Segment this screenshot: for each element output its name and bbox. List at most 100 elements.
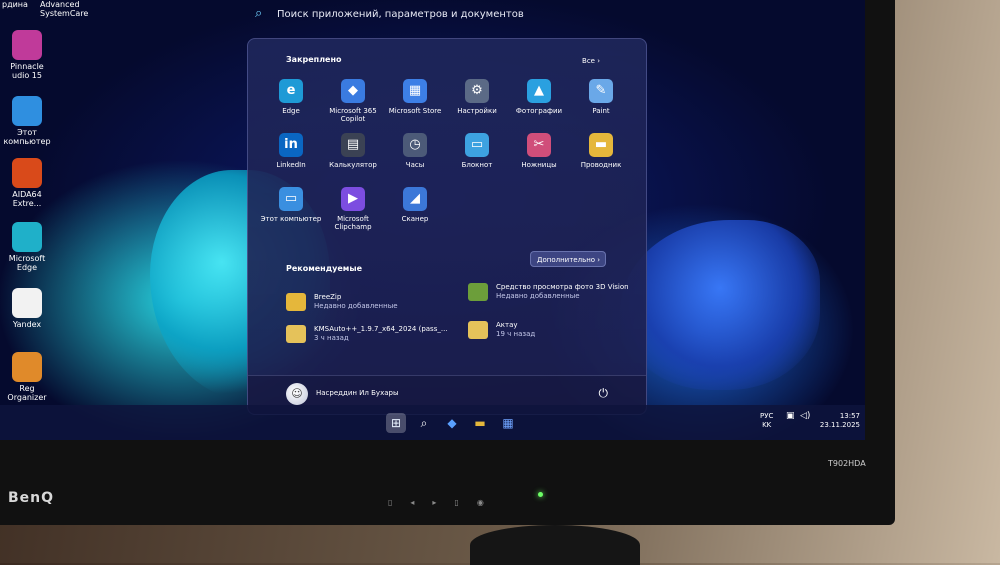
recommended-item[interactable]: BreeZip Недавно добавленные — [286, 293, 456, 311]
desktop-icon[interactable]: AIDA64 Extre... — [2, 158, 52, 208]
pinned-title: Закреплено — [286, 55, 342, 64]
aida64-icon — [12, 158, 42, 188]
recommended-title: Актау — [496, 321, 518, 329]
desktop-icon[interactable]: Этот компьютер — [2, 96, 52, 146]
start-icon[interactable]: ⊞ — [386, 413, 406, 433]
more-button[interactable]: Дополнительно › — [530, 251, 606, 267]
clock-icon: ◷ — [403, 133, 427, 157]
computer-icon: ▭ — [279, 187, 303, 211]
monitor-brand: BenQ — [8, 490, 55, 506]
desktop-icon-label: Microsoft Edge — [8, 254, 46, 272]
desktop-icon-label: Yandex — [12, 320, 42, 329]
desktop-icon[interactable]: Yandex — [2, 288, 52, 329]
pinned-app[interactable]: ◆ Microsoft 365 Copilot — [322, 79, 384, 123]
pinned-app[interactable]: ▭ Этот компьютер — [260, 187, 322, 223]
time: 13:57 — [839, 412, 860, 420]
reg-organizer-icon — [12, 352, 42, 382]
clipchamp-icon: ▶ — [341, 187, 365, 211]
monitor-model: T902HDA — [828, 459, 866, 468]
yandex-icon — [12, 288, 42, 318]
wallpaper-bloom-right — [620, 220, 820, 390]
recommended-title: BreeZip — [314, 293, 342, 301]
pinned-app[interactable]: e Edge — [260, 79, 322, 115]
pinned-app[interactable]: ⚙ Настройки — [446, 79, 508, 115]
pinned-app-label: Microsoft 365 Copilot — [329, 107, 377, 123]
pinned-app[interactable]: ✂ Ножницы — [508, 133, 570, 169]
pinned-app[interactable]: ▦ Microsoft Store — [384, 79, 446, 115]
scissors-icon: ✂ — [527, 133, 551, 157]
calculator-icon: ▤ — [341, 133, 365, 157]
pinned-app-label: Microsoft Clipchamp — [334, 215, 372, 231]
search-input[interactable] — [275, 7, 659, 21]
desktop-icon-label: Reg Organizer — [7, 384, 47, 402]
folder-icon — [468, 321, 488, 339]
monitor-stand — [470, 525, 640, 565]
recommended-item[interactable]: KMSAuto++_1.9.7_x64_2024 (pass_... 3 ч на… — [286, 325, 456, 343]
folder-icon: ▬ — [589, 133, 613, 157]
user-name[interactable]: Насреддин Ил Бухары — [316, 389, 398, 397]
desktop-icon[interactable]: Reg Organizer — [2, 352, 52, 402]
desktop-label: Advanced — [40, 0, 80, 9]
clock[interactable]: 13:57 23.11.2025 — [816, 412, 860, 430]
computer-icon — [12, 96, 42, 126]
edge-icon — [12, 222, 42, 252]
pinned-app-label: Фотографии — [515, 107, 563, 115]
pinned-app[interactable]: ✎ Paint — [570, 79, 632, 115]
notepad-icon: ▭ — [465, 133, 489, 157]
file-explorer-icon[interactable]: ▬ — [470, 413, 490, 433]
pinned-app-label: Настройки — [457, 107, 497, 115]
recommended-item[interactable]: Актау 19 ч назад — [468, 321, 638, 339]
desktop-icon-label: Pinnacle udio 15 — [10, 62, 44, 80]
store-icon: ▦ — [403, 79, 427, 103]
store-icon[interactable]: ▦ — [498, 413, 518, 433]
desktop-screen: рдина Advanced SystemCare Pinnacle udio … — [0, 0, 865, 440]
paint-icon: ✎ — [589, 79, 613, 103]
language-indicator[interactable]: РУС KK — [760, 412, 773, 430]
gear-icon: ⚙ — [465, 79, 489, 103]
network-icon[interactable]: ▣ — [786, 412, 795, 421]
date: 23.11.2025 — [819, 421, 860, 429]
pinned-app[interactable]: ▬ Проводник — [570, 133, 632, 169]
linkedin-icon: in — [279, 133, 303, 157]
pinned-app-label: Ножницы — [521, 161, 557, 169]
pinned-app[interactable]: ▭ Блокнот — [446, 133, 508, 169]
recommended-title: Рекомендуемые — [286, 264, 363, 273]
pinned-app-label: Edge — [282, 107, 300, 115]
pinned-app[interactable]: in LinkedIn — [260, 133, 322, 169]
scanner-icon: ◢ — [403, 187, 427, 211]
volume-icon[interactable]: ◁) — [800, 412, 810, 421]
pinned-app[interactable]: ▲ Фотографии — [508, 79, 570, 115]
pinned-app-label: Microsoft Store — [388, 107, 442, 115]
copilot-icon[interactable]: ◆ — [442, 413, 462, 433]
start-search-bar[interactable]: ⌕ — [255, 2, 665, 26]
pinnacle-icon — [12, 30, 42, 60]
power-led — [538, 492, 543, 497]
pinned-app[interactable]: ◢ Сканер — [384, 187, 446, 223]
recommended-title: KMSAuto++_1.9.7_x64_2024 (pass_... — [314, 325, 448, 333]
breezip-icon — [286, 293, 306, 311]
recommended-subtitle: 19 ч назад — [496, 330, 536, 338]
pinned-app[interactable]: ▤ Калькулятор — [322, 133, 384, 169]
recommended-item[interactable]: Средство просмотра фото 3D Vision Недавно… — [468, 283, 638, 301]
desktop-icon[interactable]: Microsoft Edge — [2, 222, 52, 272]
desktop-icon-label: AIDA64 Extre... — [12, 190, 42, 208]
all-apps-button[interactable]: Все › — [576, 55, 606, 67]
start-menu: Закреплено Все › e Edge ◆ Microsoft 365 Cop… — [247, 38, 647, 415]
avatar[interactable]: ☺ — [286, 383, 308, 405]
desktop-label: рдина — [2, 0, 28, 9]
pinned-app[interactable]: ▶ Microsoft Clipchamp — [322, 187, 384, 231]
recommended-title: Средство просмотра фото 3D Vision — [496, 283, 629, 291]
power-icon[interactable]: ⏻ — [599, 386, 609, 400]
photos-icon: ▲ — [527, 79, 551, 103]
pinned-app-label: Этот компьютер — [260, 215, 322, 223]
recommended-subtitle: Недавно добавленные — [314, 302, 398, 310]
pinned-app[interactable]: ◷ Часы — [384, 133, 446, 169]
pinned-app-label: Сканер — [401, 215, 429, 223]
desktop-label: SystemCare — [40, 9, 89, 18]
pinned-app-label: LinkedIn — [276, 161, 306, 169]
search-icon: ⌕ — [255, 6, 263, 21]
search-icon[interactable]: ⌕ — [414, 413, 434, 433]
recommended-subtitle: 3 ч назад — [314, 334, 349, 342]
desktop-icon[interactable]: Pinnacle udio 15 — [2, 30, 52, 80]
monitor-buttons[interactable]: ▯◂▸▯◉ — [388, 498, 502, 507]
